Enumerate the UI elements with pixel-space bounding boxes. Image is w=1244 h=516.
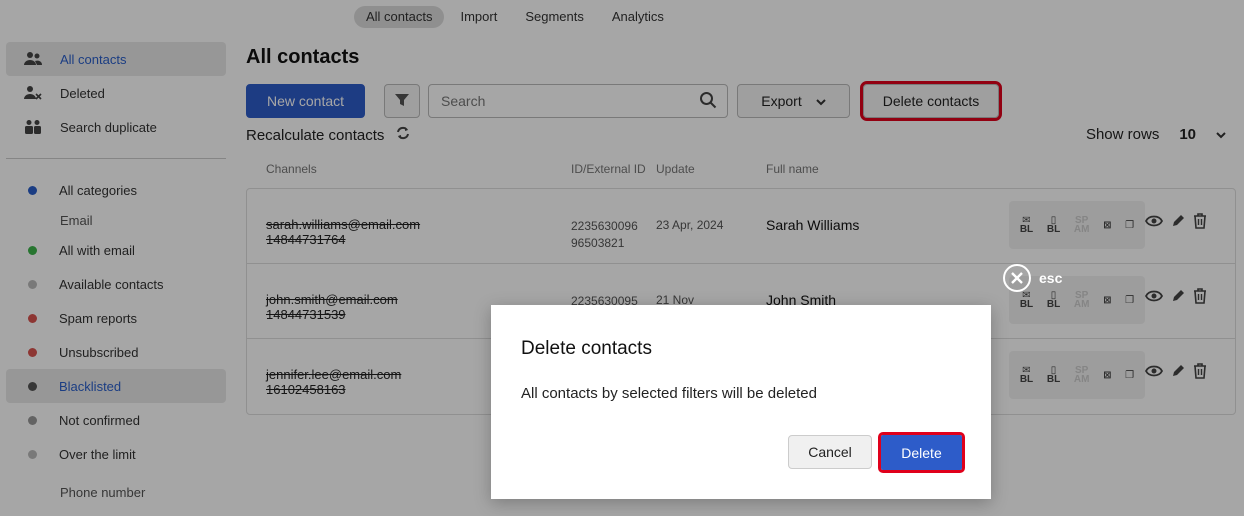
close-icon[interactable] (1003, 264, 1031, 292)
esc-label: esc (1039, 270, 1063, 286)
esc-close[interactable]: esc (1003, 264, 1062, 292)
cancel-button[interactable]: Cancel (788, 435, 872, 469)
dialog-title: Delete contacts (521, 338, 652, 359)
delete-button[interactable]: Delete (878, 432, 965, 473)
dialog-message: All contacts by selected filters will be… (521, 385, 817, 402)
delete-contacts-dialog: Delete contacts All contacts by selected… (491, 305, 991, 499)
